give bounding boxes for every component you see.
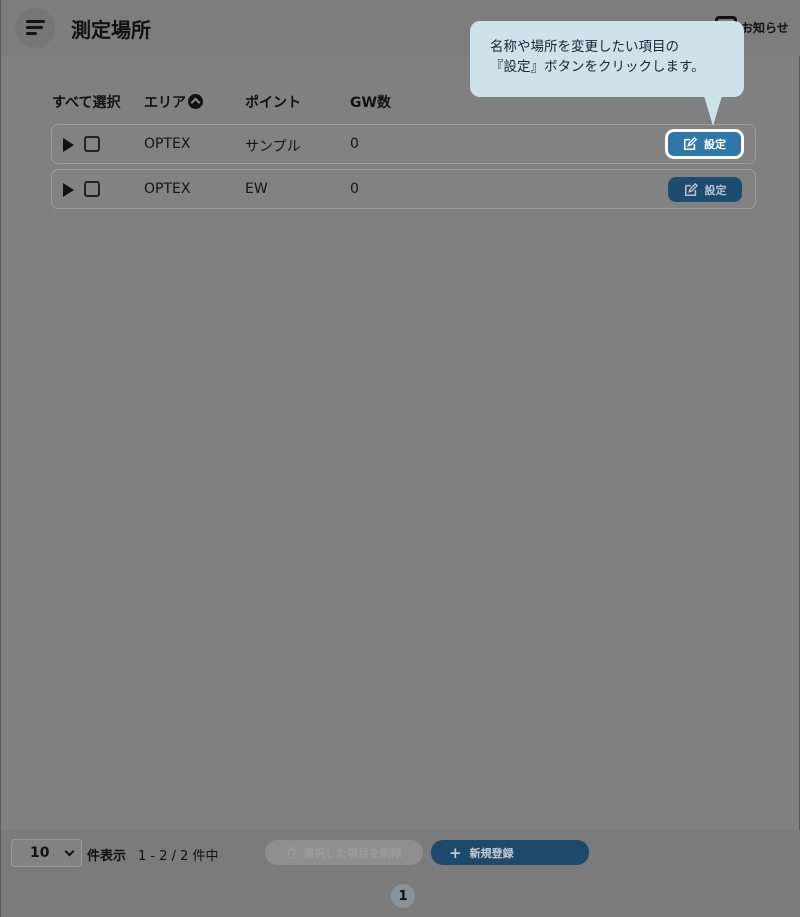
per-page-value: 10 [30,845,50,861]
select-all-label[interactable]: すべて選択 [52,92,120,112]
trash-icon [286,846,297,859]
settings-button-label: 設定 [704,139,726,151]
column-area[interactable]: エリア [144,92,203,112]
menu-button[interactable] [15,8,55,48]
table-row: OPTEX サンプル 0 設定 [51,124,756,164]
tooltip-pointer [704,96,722,126]
row-checkbox[interactable] [84,136,100,152]
plus-icon: + [449,843,462,862]
row-point: サンプル [245,139,301,155]
table-footer: 10 件表示 1 - 2 / 2 件中 選択した項目を削除 + 新規登録 1 [1,830,800,917]
row-area: OPTEX [144,181,191,197]
column-area-label: エリア [144,95,186,111]
per-page-select[interactable]: 10 [11,839,82,867]
table-row: OPTEX EW 0 設定 [51,169,756,209]
chevron-down-icon [64,846,75,857]
per-page-label: 件表示 [87,849,127,864]
hamburger-icon [26,20,45,23]
page-title: 測定場所 [71,18,151,42]
hamburger-icon-line [26,26,43,29]
range-label: 1 - 2 / 2 件中 [138,849,219,864]
row-area: OPTEX [144,136,191,152]
edit-icon [683,137,697,151]
edit-icon [684,182,698,196]
notice-label: お知らせ [741,20,789,35]
new-registration-button[interactable]: + 新規登録 [431,840,589,865]
settings-button[interactable]: 設定 [665,129,744,159]
pagination-page[interactable]: 1 [391,884,415,908]
new-registration-label: 新規登録 [469,846,514,860]
row-point: EW [245,181,268,197]
delete-selected-button[interactable]: 選択した項目を削除 [265,840,423,865]
settings-button[interactable]: 設定 [668,177,742,202]
expand-icon[interactable] [63,183,74,197]
settings-button-label: 設定 [704,184,727,197]
guide-tooltip: 名称や場所を変更したい項目の 『設定』ボタンをクリックします。 [470,21,744,97]
expand-icon[interactable] [63,138,74,152]
page-frame: 測定場所 お知らせ すべて選択 エリア ポイント GW数 OPTEX サンプル … [0,0,800,917]
row-gw-count: 0 [350,181,359,197]
sort-up-icon[interactable] [188,94,203,109]
row-gw-count: 0 [350,136,359,152]
column-gw-count: GW数 [350,95,391,111]
column-point: ポイント [245,95,301,111]
tooltip-line: 名称や場所を変更したい項目の [490,39,679,55]
row-checkbox[interactable] [84,181,100,197]
delete-selected-label: 選択した項目を削除 [303,846,402,860]
hamburger-icon-line [26,32,37,35]
tooltip-line: 『設定』ボタンをクリックします。 [490,59,705,75]
